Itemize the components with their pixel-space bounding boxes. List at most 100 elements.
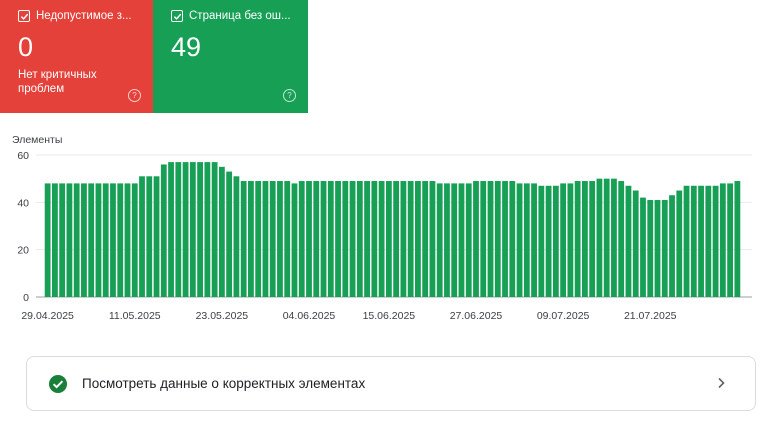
bar — [654, 199, 661, 297]
x-tick-label: 11.05.2025 — [109, 310, 161, 322]
bar — [124, 183, 131, 297]
y-tick-label: 60 — [17, 150, 29, 162]
bar — [262, 181, 269, 297]
bar — [596, 178, 603, 297]
bar — [44, 183, 51, 297]
bar — [168, 162, 174, 297]
x-tick-label: 15.06.2025 — [363, 310, 416, 322]
bar — [240, 181, 247, 297]
bar — [277, 181, 283, 297]
bar — [356, 181, 363, 297]
bar — [313, 181, 320, 297]
help-icon[interactable]: ? — [283, 89, 296, 102]
bar — [632, 190, 639, 297]
x-tick-label: 09.07.2025 — [537, 310, 590, 322]
bar — [204, 162, 211, 297]
bar — [509, 181, 516, 297]
bar — [661, 199, 668, 297]
valid-status-card[interactable]: Страница без ош... 49 ? — [153, 0, 308, 113]
help-icon[interactable]: ? — [128, 89, 141, 102]
bar — [407, 181, 414, 297]
bar — [480, 181, 487, 297]
invalid-card-title: Недопустимое з... — [36, 10, 132, 22]
bar — [611, 178, 617, 297]
bar — [378, 181, 385, 297]
bar — [734, 181, 741, 297]
bar — [400, 181, 407, 297]
y-tick-label: 20 — [17, 245, 29, 257]
bar — [248, 181, 254, 297]
valid-checkbox[interactable] — [171, 10, 183, 22]
y-axis-label: Элементы — [12, 134, 62, 146]
bar — [255, 181, 262, 297]
bar — [160, 164, 167, 297]
check-circle-icon — [49, 374, 67, 393]
bar — [705, 185, 712, 297]
bar — [88, 183, 95, 297]
bar — [698, 185, 704, 297]
bar — [349, 181, 356, 297]
view-valid-items-row[interactable]: Посмотреть данные о корректных элементах — [26, 356, 756, 411]
x-tick-label: 04.06.2025 — [283, 310, 336, 322]
check-icon — [20, 13, 28, 20]
y-tick-label: 40 — [17, 197, 29, 209]
view-valid-items-label: Посмотреть данные о корректных элементах — [82, 376, 366, 391]
bar — [625, 185, 632, 297]
valid-card-title: Страница без ош... — [189, 10, 291, 22]
bar — [233, 176, 240, 297]
y-tick-label: 0 — [23, 292, 29, 304]
bar — [618, 181, 625, 297]
bar — [298, 181, 305, 297]
bar — [182, 162, 189, 297]
bar — [531, 183, 537, 297]
bar — [291, 183, 298, 297]
bar — [284, 181, 291, 297]
valid-count: 49 — [171, 32, 202, 62]
invalid-status-card[interactable]: Недопустимое з... 0 Нет критичных пробле… — [0, 0, 153, 113]
invalid-count: 0 — [18, 32, 34, 62]
bar — [552, 185, 559, 297]
bar — [364, 181, 370, 297]
invalid-card-subtitle: Нет критичных проблем — [18, 69, 97, 95]
bar — [465, 183, 472, 297]
bar — [102, 183, 109, 297]
bar — [371, 181, 378, 297]
bar — [131, 183, 138, 297]
bar — [436, 183, 443, 297]
bar — [306, 181, 312, 297]
bar — [95, 183, 102, 297]
bar — [712, 185, 719, 297]
bar — [153, 176, 160, 297]
bar — [66, 183, 73, 297]
bar — [211, 162, 218, 297]
invalid-checkbox[interactable] — [18, 10, 30, 22]
items-bar-chart: Элементы 0 20 40 60 29.04.2025 11.05.2025 23.05… — [12, 134, 752, 322]
bar — [81, 183, 87, 297]
x-tick-label: 29.04.2025 — [21, 310, 74, 322]
bar — [574, 181, 581, 297]
bar — [189, 162, 196, 297]
bar — [458, 183, 465, 297]
bar — [385, 181, 392, 297]
bar — [545, 185, 552, 297]
bar — [335, 181, 341, 297]
bar — [393, 181, 400, 297]
bar — [502, 181, 508, 297]
x-tick-label: 27.06.2025 — [450, 310, 503, 322]
bar — [175, 162, 182, 297]
bar — [719, 183, 726, 297]
bar — [538, 185, 545, 297]
bar — [226, 171, 233, 297]
bar — [59, 183, 66, 297]
bar — [487, 181, 494, 297]
bar — [516, 183, 523, 297]
bar — [451, 183, 458, 297]
bar — [690, 185, 697, 297]
chevron-right-icon[interactable] — [713, 375, 729, 391]
bar — [146, 176, 153, 297]
bar — [51, 183, 58, 297]
bar — [429, 181, 436, 297]
bar — [567, 183, 574, 297]
bar — [73, 183, 80, 297]
valid-card-header: Страница без ош... — [171, 10, 291, 22]
